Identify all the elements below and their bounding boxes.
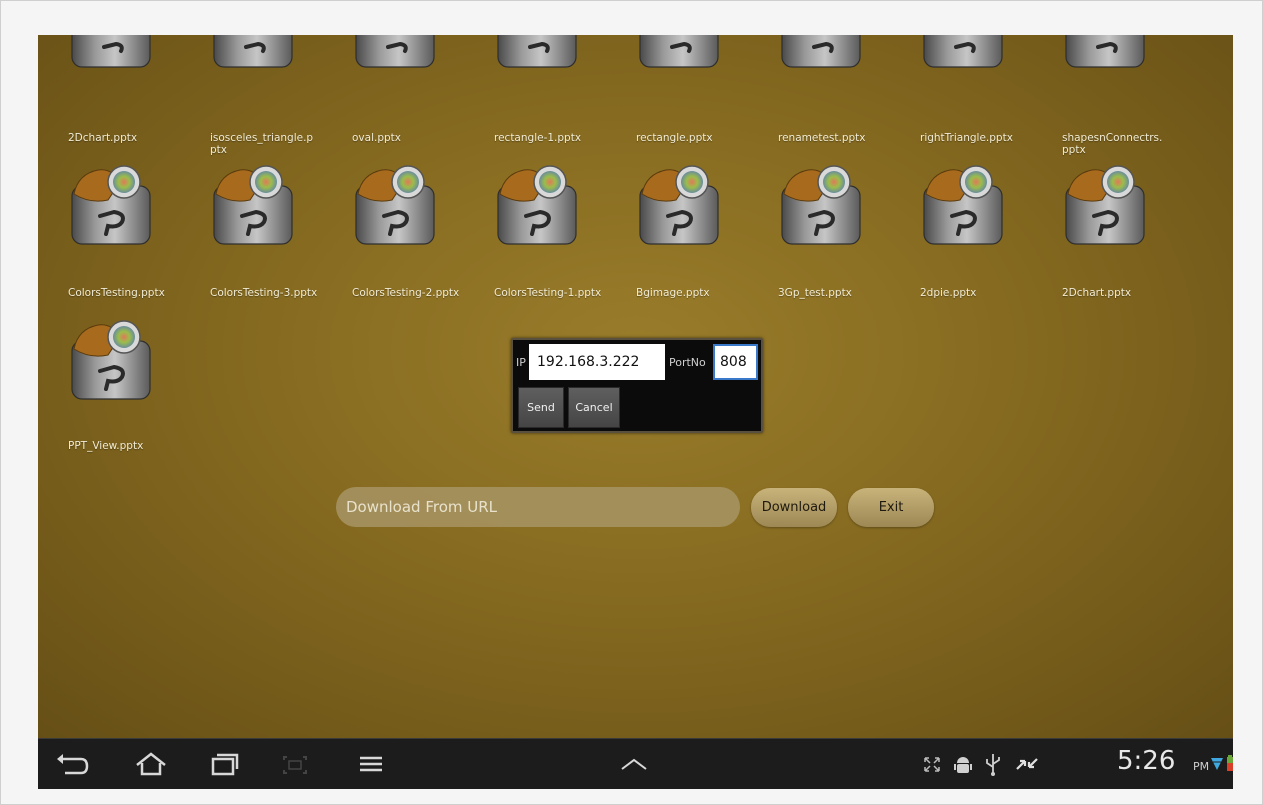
pptx-file-icon (352, 160, 438, 250)
pptx-file-icon (494, 35, 580, 71)
screenshot-icon[interactable] (275, 749, 315, 779)
cancel-button[interactable]: Cancel (568, 387, 620, 428)
pptx-file-icon (68, 35, 154, 71)
exit-button[interactable]: Exit (848, 488, 934, 527)
home-icon[interactable] (131, 749, 171, 779)
file-name: shapesnConnectrs.pptx (1062, 132, 1163, 156)
sync-icon (1016, 758, 1038, 770)
app-screen: 2Dchart.pptx isosceles_triangle.pptx ova… (38, 35, 1233, 738)
pptx-file-icon (778, 160, 864, 250)
url-input[interactable]: Download From URL (336, 487, 740, 527)
back-icon[interactable] (53, 749, 93, 779)
pptx-file-icon (636, 160, 722, 250)
pptx-file-icon (352, 35, 438, 71)
clock-time: 5:26 (1117, 746, 1176, 776)
pptx-file-icon (920, 35, 1006, 71)
pptx-file-icon (1062, 160, 1148, 250)
menu-icon[interactable] (351, 749, 391, 779)
pptx-file-icon (210, 160, 296, 250)
file-name: rectangle-1.pptx (494, 132, 582, 144)
pptx-file-icon (778, 35, 864, 71)
wifi-icon (1211, 758, 1223, 770)
pptx-file-icon (494, 160, 580, 250)
pptx-file-icon (68, 160, 154, 250)
up-chevron-icon[interactable] (614, 749, 654, 779)
download-button[interactable]: Download (751, 488, 837, 527)
pptx-file-icon (636, 35, 722, 71)
port-input[interactable]: 808 (713, 344, 758, 380)
ip-dialog: IP 192.168.3.222 PortNo 808 Send Cancel (511, 338, 763, 433)
resize-icon[interactable] (918, 749, 946, 779)
recent-apps-icon[interactable] (203, 749, 243, 779)
file-name: 2Dchart.pptx (1062, 287, 1132, 299)
file-name: rectangle.pptx (636, 132, 713, 144)
send-button[interactable]: Send (518, 387, 564, 428)
file-name: oval.pptx (352, 132, 401, 144)
file-name: isosceles_triangle.pptx (210, 132, 314, 156)
pptx-file-icon (920, 160, 1006, 250)
file-name: ColorsTesting-1.pptx (494, 287, 602, 299)
android-icon (954, 757, 972, 773)
file-name: ColorsTesting.pptx (68, 287, 165, 299)
file-name: rightTriangle.pptx (920, 132, 1013, 144)
system-navigation-bar: 5:26 PM (38, 738, 1233, 789)
pptx-file-icon (210, 35, 296, 71)
pptx-file-icon (1062, 35, 1148, 71)
port-label: PortNo (669, 356, 706, 369)
battery-icon (1227, 755, 1233, 771)
file-name: PPT_View.pptx (68, 440, 144, 452)
file-name: Bgimage.pptx (636, 287, 710, 299)
ip-input[interactable]: 192.168.3.222 (529, 344, 665, 380)
file-name: ColorsTesting-3.pptx (210, 287, 318, 299)
ip-label: IP (516, 356, 526, 369)
pptx-file-icon (68, 315, 154, 405)
clock-ampm: PM (1193, 760, 1210, 773)
usb-icon (986, 754, 1000, 776)
file-name: ColorsTesting-2.pptx (352, 287, 460, 299)
file-name: renametest.pptx (778, 132, 866, 144)
file-name: 2Dchart.pptx (68, 132, 138, 144)
file-name: 3Gp_test.pptx (778, 287, 852, 299)
file-name: 2dpie.pptx (920, 287, 977, 299)
